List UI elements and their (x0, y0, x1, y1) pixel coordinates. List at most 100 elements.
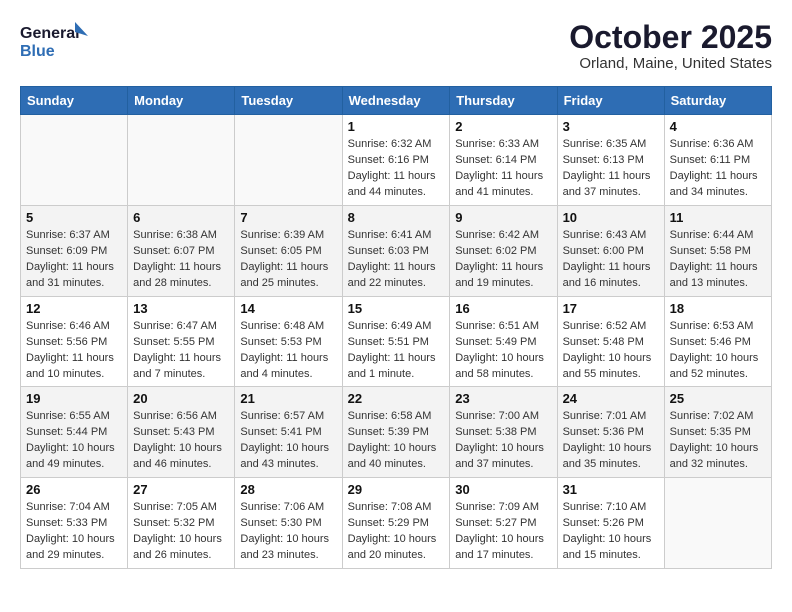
table-row: 5 Sunrise: 6:37 AM Sunset: 6:09 PM Daylig… (21, 205, 128, 296)
table-row: 1Sunrise: 6:32 AM Sunset: 6:16 PM Daylig… (342, 115, 450, 206)
table-row: 28 Sunrise: 7:06 AM Sunset: 5:30 PM Dayli… (235, 478, 342, 569)
day-number: 23 (455, 391, 551, 406)
day-number: 1 (348, 119, 445, 134)
day-number: 26 (26, 482, 122, 497)
day-number: 16 (455, 301, 551, 316)
table-row: 2 Sunrise: 6:33 AM Sunset: 6:14 PM Daylig… (450, 115, 557, 206)
table-row: 30 Sunrise: 7:09 AM Sunset: 5:27 PM Dayli… (450, 478, 557, 569)
day-number: 19 (26, 391, 122, 406)
col-tuesday: Tuesday (235, 87, 342, 115)
table-row: 10 Sunrise: 6:43 AM Sunset: 6:00 PM Dayli… (557, 205, 664, 296)
day-info: Sunrise: 6:46 AM Sunset: 5:56 PM Dayligh… (26, 319, 122, 383)
table-row: 15 Sunrise: 6:49 AM Sunset: 5:51 PM Dayli… (342, 296, 450, 387)
logo: GeneralBlue (20, 20, 90, 64)
day-info: Sunrise: 6:57 AM Sunset: 5:41 PM Dayligh… (240, 409, 336, 473)
day-number: 20 (133, 391, 229, 406)
day-info: Sunrise: 6:44 AM Sunset: 5:58 PM Dayligh… (670, 228, 766, 292)
table-row: 25 Sunrise: 7:02 AM Sunset: 5:35 PM Dayli… (664, 387, 771, 478)
day-number: 11 (670, 210, 766, 225)
day-info: Sunrise: 6:47 AM Sunset: 5:55 PM Dayligh… (133, 319, 229, 383)
table-row: 16 Sunrise: 6:51 AM Sunset: 5:49 PM Dayli… (450, 296, 557, 387)
day-info: Sunrise: 6:53 AM Sunset: 5:46 PM Dayligh… (670, 319, 766, 383)
day-number: 6 (133, 210, 229, 225)
day-number: 3 (563, 119, 659, 134)
table-row: 4 Sunrise: 6:36 AM Sunset: 6:11 PM Daylig… (664, 115, 771, 206)
day-info: Sunrise: 6:55 AM Sunset: 5:44 PM Dayligh… (26, 409, 122, 473)
day-number: 13 (133, 301, 229, 316)
day-number: 5 (26, 210, 122, 225)
day-number: 21 (240, 391, 336, 406)
table-row: 23 Sunrise: 7:00 AM Sunset: 5:38 PM Dayli… (450, 387, 557, 478)
day-info: Sunrise: 6:56 AM Sunset: 5:43 PM Dayligh… (133, 409, 229, 473)
svg-text:General: General (20, 25, 80, 42)
table-row: 14 Sunrise: 6:48 AM Sunset: 5:53 PM Dayli… (235, 296, 342, 387)
day-info: Sunrise: 7:02 AM Sunset: 5:35 PM Dayligh… (670, 409, 766, 473)
col-friday: Friday (557, 87, 664, 115)
table-row: 27 Sunrise: 7:05 AM Sunset: 5:32 PM Dayli… (128, 478, 235, 569)
table-row: 8Sunrise: 6:41 AM Sunset: 6:03 PM Daylig… (342, 205, 450, 296)
day-number: 9 (455, 210, 551, 225)
day-info: Sunrise: 7:00 AM Sunset: 5:38 PM Dayligh… (455, 409, 551, 473)
day-number: 4 (670, 119, 766, 134)
day-info: Sunrise: 6:37 AM Sunset: 6:09 PM Dayligh… (26, 228, 122, 292)
day-number: 29 (348, 482, 445, 497)
table-row: 26 Sunrise: 7:04 AM Sunset: 5:33 PM Dayli… (21, 478, 128, 569)
day-info: Sunrise: 6:41 AM Sunset: 6:03 PM Dayligh… (348, 228, 445, 292)
col-monday: Monday (128, 87, 235, 115)
day-number: 25 (670, 391, 766, 406)
table-row: 19 Sunrise: 6:55 AM Sunset: 5:44 PM Dayli… (21, 387, 128, 478)
day-info: Sunrise: 7:01 AM Sunset: 5:36 PM Dayligh… (563, 409, 659, 473)
table-row: 3 Sunrise: 6:35 AM Sunset: 6:13 PM Daylig… (557, 115, 664, 206)
calendar-table: Sunday Monday Tuesday Wednesday Thursday… (20, 86, 772, 569)
title-block: October 2025 Orland, Maine, United State… (569, 20, 772, 72)
day-number: 15 (348, 301, 445, 316)
table-row: 7Sunrise: 6:39 AM Sunset: 6:05 PM Daylig… (235, 205, 342, 296)
day-info: Sunrise: 6:51 AM Sunset: 5:49 PM Dayligh… (455, 319, 551, 383)
table-row: 12 Sunrise: 6:46 AM Sunset: 5:56 PM Dayli… (21, 296, 128, 387)
day-info: Sunrise: 6:33 AM Sunset: 6:14 PM Dayligh… (455, 137, 551, 201)
day-number: 2 (455, 119, 551, 134)
month-title: October 2025 (569, 20, 772, 55)
day-info: Sunrise: 6:58 AM Sunset: 5:39 PM Dayligh… (348, 409, 445, 473)
day-number: 18 (670, 301, 766, 316)
svg-text:Blue: Blue (20, 43, 55, 60)
day-info: Sunrise: 7:10 AM Sunset: 5:26 PM Dayligh… (563, 500, 659, 564)
day-info: Sunrise: 6:43 AM Sunset: 6:00 PM Dayligh… (563, 228, 659, 292)
table-row (128, 115, 235, 206)
table-row: 9 Sunrise: 6:42 AM Sunset: 6:02 PM Daylig… (450, 205, 557, 296)
day-number: 24 (563, 391, 659, 406)
day-number: 7 (240, 210, 336, 225)
day-info: Sunrise: 7:05 AM Sunset: 5:32 PM Dayligh… (133, 500, 229, 564)
day-number: 30 (455, 482, 551, 497)
day-number: 28 (240, 482, 336, 497)
page-header: GeneralBlue October 2025 Orland, Maine, … (20, 20, 772, 72)
day-info: Sunrise: 7:06 AM Sunset: 5:30 PM Dayligh… (240, 500, 336, 564)
table-row: 29 Sunrise: 7:08 AM Sunset: 5:29 PM Dayli… (342, 478, 450, 569)
table-row: 11 Sunrise: 6:44 AM Sunset: 5:58 PM Dayli… (664, 205, 771, 296)
day-number: 10 (563, 210, 659, 225)
day-info: Sunrise: 6:42 AM Sunset: 6:02 PM Dayligh… (455, 228, 551, 292)
day-number: 14 (240, 301, 336, 316)
day-info: Sunrise: 7:09 AM Sunset: 5:27 PM Dayligh… (455, 500, 551, 564)
day-info: Sunrise: 6:36 AM Sunset: 6:11 PM Dayligh… (670, 137, 766, 201)
table-row: 17 Sunrise: 6:52 AM Sunset: 5:48 PM Dayli… (557, 296, 664, 387)
table-row (664, 478, 771, 569)
table-row: 24 Sunrise: 7:01 AM Sunset: 5:36 PM Dayli… (557, 387, 664, 478)
day-number: 22 (348, 391, 445, 406)
day-info: Sunrise: 6:48 AM Sunset: 5:53 PM Dayligh… (240, 319, 336, 383)
table-row: 18 Sunrise: 6:53 AM Sunset: 5:46 PM Dayli… (664, 296, 771, 387)
day-info: Sunrise: 6:49 AM Sunset: 5:51 PM Dayligh… (348, 319, 445, 383)
calendar-header-row: Sunday Monday Tuesday Wednesday Thursday… (21, 87, 772, 115)
day-info: Sunrise: 6:52 AM Sunset: 5:48 PM Dayligh… (563, 319, 659, 383)
table-row (21, 115, 128, 206)
day-info: Sunrise: 7:08 AM Sunset: 5:29 PM Dayligh… (348, 500, 445, 564)
table-row: 22 Sunrise: 6:58 AM Sunset: 5:39 PM Dayli… (342, 387, 450, 478)
day-info: Sunrise: 6:35 AM Sunset: 6:13 PM Dayligh… (563, 137, 659, 201)
day-number: 12 (26, 301, 122, 316)
table-row: 21 Sunrise: 6:57 AM Sunset: 5:41 PM Dayli… (235, 387, 342, 478)
day-number: 27 (133, 482, 229, 497)
day-info: Sunrise: 7:04 AM Sunset: 5:33 PM Dayligh… (26, 500, 122, 564)
table-row: 20 Sunrise: 6:56 AM Sunset: 5:43 PM Dayli… (128, 387, 235, 478)
table-row: 13 Sunrise: 6:47 AM Sunset: 5:55 PM Dayli… (128, 296, 235, 387)
day-number: 17 (563, 301, 659, 316)
